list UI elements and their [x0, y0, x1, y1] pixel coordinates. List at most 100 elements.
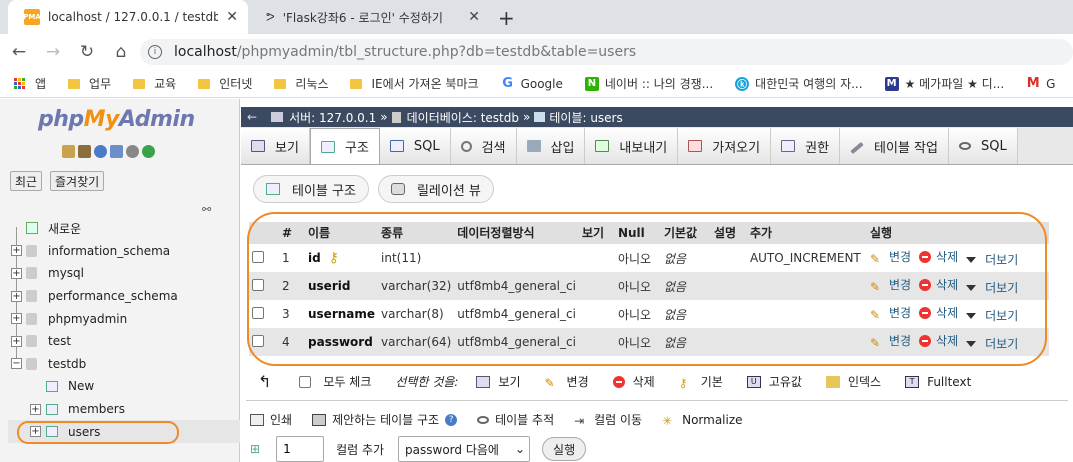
track-table-link[interactable]: 테이블 추적 — [477, 411, 554, 428]
tree-item-members[interactable]: + members — [8, 398, 240, 421]
tab-export[interactable]: 내보내기 — [585, 128, 679, 164]
tree-item-new-table[interactable]: New — [8, 375, 240, 398]
bulk-browse[interactable]: 보기 — [476, 373, 521, 390]
refresh-icon[interactable] — [142, 145, 155, 158]
tab-privileges[interactable]: 권한 — [771, 128, 841, 164]
header-collation[interactable]: 데이터정렬방식 — [454, 222, 579, 245]
bookmark-folder-linux[interactable]: 리눅스 — [274, 75, 328, 92]
bookmark-apps[interactable]: 앱 — [14, 75, 46, 92]
add-column-count-input[interactable] — [276, 436, 325, 462]
home-icon[interactable] — [62, 145, 75, 158]
header-type[interactable]: 종류 — [378, 222, 455, 245]
column-position-select[interactable]: password 다음에 ⌄ — [398, 436, 531, 462]
add-column-go-button[interactable]: 실행 — [542, 437, 587, 461]
tab-browse[interactable]: 보기 — [241, 128, 310, 164]
bookmark-folder-ie[interactable]: IE에서 가져온 북마크 — [350, 75, 479, 92]
header-name[interactable]: 이름 — [305, 222, 379, 245]
delete-action[interactable]: 삭제 — [919, 304, 958, 321]
tab-import[interactable]: 가져오기 — [678, 128, 772, 164]
delete-action[interactable]: 삭제 — [919, 332, 958, 349]
tree-item-mysql[interactable]: + mysql — [8, 262, 240, 285]
breadcrumb-table[interactable]: 테이블: users — [549, 109, 622, 126]
header-default[interactable]: 기본값 — [660, 222, 711, 245]
tree-item-test[interactable]: + test — [8, 330, 240, 353]
tree-item-performance-schema[interactable]: + performance_schema — [8, 285, 240, 308]
help-icon[interactable]: ? — [445, 413, 458, 426]
expand-icon[interactable]: + — [30, 403, 41, 415]
tab-sql-2[interactable]: SQL — [948, 128, 1018, 164]
collapse-arrow-icon[interactable]: ← — [247, 110, 257, 124]
breadcrumb-server[interactable]: 서버: 127.0.0.1 — [289, 109, 376, 126]
expand-icon[interactable]: + — [11, 267, 22, 279]
close-tab-icon[interactable]: ✕ — [226, 9, 238, 25]
close-tab-icon[interactable]: ✕ — [468, 9, 480, 25]
new-tab-button[interactable]: + — [498, 6, 515, 30]
delete-action[interactable]: 삭제 — [919, 276, 958, 293]
bookmark-folder-work[interactable]: 업무 — [68, 75, 111, 92]
bulk-change[interactable]: ✎ 변경 — [545, 373, 589, 390]
collapse-icon[interactable]: − — [11, 358, 22, 370]
back-arrow-icon[interactable]: ← — [4, 42, 34, 62]
expand-icon[interactable]: + — [11, 335, 22, 347]
tab-sql[interactable]: SQL — [379, 128, 451, 164]
bookmark-naver[interactable]: N 네이버 :: 나의 경쟁... — [584, 75, 713, 92]
forward-arrow-icon[interactable]: → — [38, 42, 68, 62]
home-icon[interactable]: ⌂ — [106, 42, 136, 62]
browser-tab-phpmyadmin[interactable]: PMA localhost / 127.0.0.1 / testdb / u ✕ — [8, 0, 248, 34]
row-checkbox[interactable] — [252, 250, 264, 263]
tab-search[interactable]: 검색 — [450, 128, 517, 164]
link-chain-icon[interactable]: ⚯ — [202, 203, 211, 216]
header-null[interactable]: Null — [614, 222, 661, 245]
bookmark-gmail[interactable]: MG — [1026, 76, 1056, 91]
site-info-icon[interactable]: i — [148, 45, 162, 59]
bookmark-folder-edu[interactable]: 교육 — [133, 75, 176, 92]
tab-operations[interactable]: 테이블 작업 — [840, 128, 949, 164]
bookmark-megafile[interactable]: M ★ 메가파일 ★ 디... — [884, 75, 1004, 92]
print-link[interactable]: 인쇄 — [250, 411, 292, 428]
edit-action[interactable]: ✎ 변경 — [870, 304, 911, 322]
header-comments[interactable]: 설명 — [710, 222, 747, 245]
help-icon[interactable] — [94, 145, 107, 158]
row-checkbox[interactable] — [252, 306, 264, 319]
recent-button[interactable]: 최근 — [10, 171, 43, 191]
bulk-fulltext[interactable]: T Fulltext — [905, 375, 971, 389]
tree-item-testdb[interactable]: − testdb — [8, 353, 240, 376]
tree-item-phpmyadmin[interactable]: + phpmyadmin — [8, 307, 240, 330]
more-action[interactable]: 더보기 — [966, 307, 1018, 324]
bookmark-google[interactable]: G Google — [501, 76, 563, 91]
tab-insert[interactable]: 삽입 — [516, 128, 586, 164]
breadcrumb-database[interactable]: 데이터베이스: testdb — [407, 109, 519, 126]
edit-action[interactable]: ✎ 변경 — [870, 332, 911, 350]
tab-structure[interactable]: 구조 — [309, 128, 380, 164]
reload-icon[interactable]: ↻ — [72, 42, 102, 62]
bulk-drop[interactable]: 삭제 — [612, 373, 655, 390]
normalize-link[interactable]: ✳ Normalize — [662, 413, 742, 428]
tree-item-new-db[interactable]: 새로운 — [8, 217, 240, 240]
docs-icon[interactable] — [110, 145, 123, 158]
phpmyadmin-logo[interactable]: phpMyAdmin — [38, 107, 195, 132]
bulk-index[interactable]: 인덱스 — [825, 373, 881, 390]
more-action[interactable]: 더보기 — [966, 279, 1018, 296]
tree-item-information-schema[interactable]: + information_schema — [8, 240, 240, 263]
expand-icon[interactable]: + — [11, 290, 22, 302]
favorites-button[interactable]: 즐겨찾기 — [50, 171, 105, 191]
edit-action[interactable]: ✎ 변경 — [870, 276, 911, 294]
row-checkbox[interactable] — [252, 278, 264, 291]
check-all[interactable]: 모두 체크 — [299, 373, 371, 390]
expand-icon[interactable]: + — [11, 245, 22, 257]
more-action[interactable]: 더보기 — [966, 335, 1018, 352]
bookmark-travel[interactable]: ⓚ 대한민국 여행의 자... — [735, 75, 863, 92]
header-extra[interactable]: 추가 — [746, 222, 867, 245]
header-attributes[interactable]: 보기 — [578, 222, 615, 245]
edit-action[interactable]: ✎ 변경 — [870, 248, 911, 266]
subtab-relation-view[interactable]: 릴레이션 뷰 — [377, 175, 494, 203]
more-action[interactable]: 더보기 — [966, 251, 1018, 268]
row-checkbox[interactable] — [252, 334, 264, 347]
logout-icon[interactable] — [78, 145, 91, 158]
move-columns-link[interactable]: ⇥ 컬럼 이동 — [574, 411, 642, 428]
subtab-table-structure[interactable]: 테이블 구조 — [253, 175, 369, 203]
header-num[interactable]: # — [279, 222, 305, 245]
bookmark-folder-internet[interactable]: 인터넷 — [198, 75, 252, 92]
bulk-unique[interactable]: U 고유값 — [746, 373, 802, 390]
settings-gear-icon[interactable] — [126, 145, 139, 158]
